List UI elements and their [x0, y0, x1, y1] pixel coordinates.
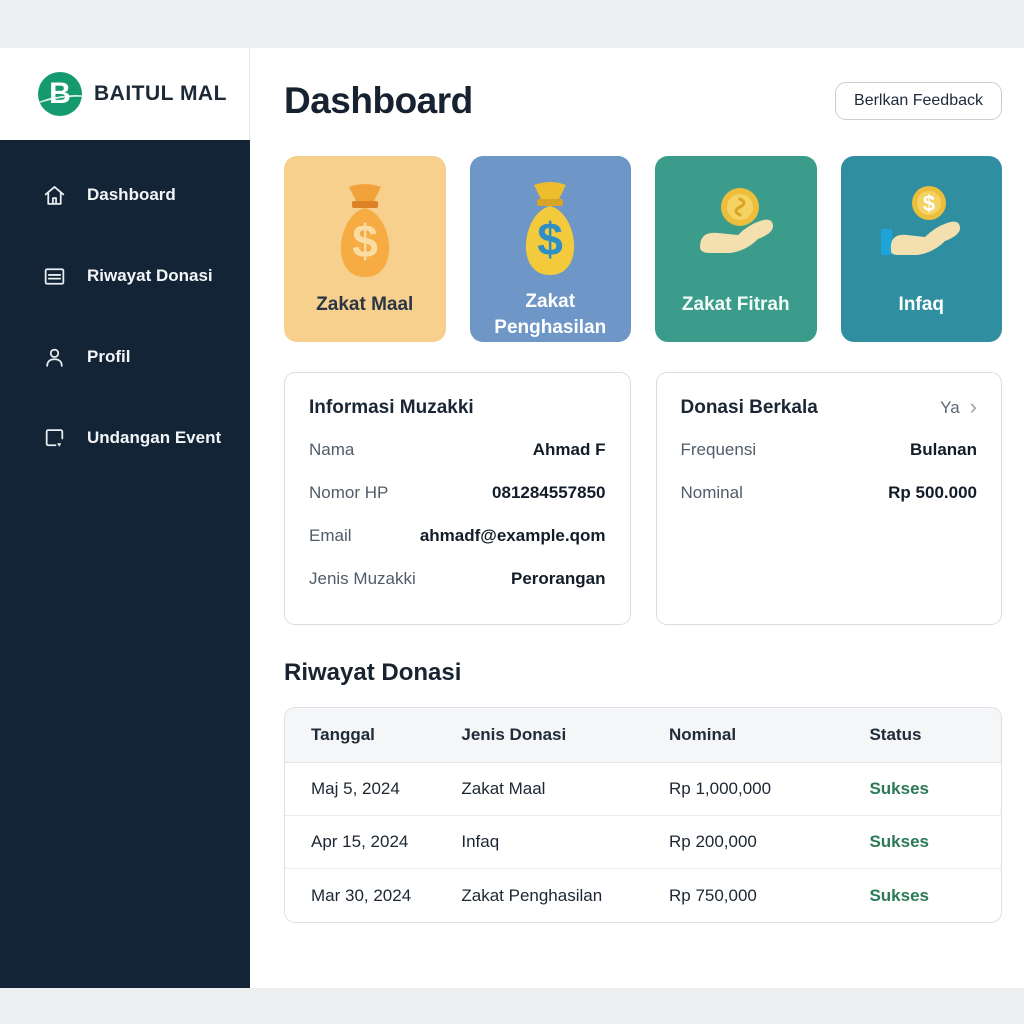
status-badge: Sukses: [843, 886, 1001, 906]
info-value: Bulanan: [910, 440, 977, 460]
user-icon: [42, 345, 67, 370]
hand-coin-icon: [688, 178, 784, 288]
info-label: Jenis Muzakki: [309, 569, 416, 589]
card-donasi-berkala: Donasi Berkala Ya › Frequensi Bulanan No…: [656, 372, 1003, 625]
card-zakat-maal[interactable]: $ Zakat Maal: [284, 156, 446, 342]
card-title: Donasi Berkala: [681, 397, 818, 419]
column-header-status: Status: [843, 725, 1001, 745]
info-label: Frequensi: [681, 440, 757, 460]
dollar-glyph: $: [352, 215, 378, 267]
zakat-card-label: Zakat Penghasilan: [470, 289, 632, 342]
donasi-berkala-value: Ya: [940, 398, 960, 418]
info-card-row: Informasi Muzakki Nama Ahmad F Nomor HP …: [284, 372, 1002, 625]
event-icon: [42, 426, 67, 451]
donasi-berkala-link[interactable]: Ya ›: [940, 398, 977, 418]
cell-nominal: Rp 200,000: [643, 832, 843, 852]
card-title: Informasi Muzakki: [309, 397, 474, 419]
sidebar-item-undangan-event[interactable]: Undangan Event: [0, 409, 250, 467]
card-zakat-penghasilan[interactable]: $ Zakat Penghasilan: [470, 156, 632, 342]
cell-tanggal: Apr 15, 2024: [285, 832, 435, 852]
info-row-nominal: Nominal Rp 500.000: [681, 480, 978, 505]
cell-nominal: Rp 1,000,000: [643, 779, 843, 799]
info-value: Perorangan: [511, 569, 605, 589]
info-label: Nominal: [681, 483, 743, 503]
info-value: Ahmad F: [533, 440, 606, 460]
chevron-right-icon: ›: [970, 396, 977, 418]
cell-jenis: Zakat Penghasilan: [435, 886, 643, 906]
status-badge: Sukses: [843, 832, 1001, 852]
zakat-card-row: $ Zakat Maal $ Zakat Penghasilan: [284, 156, 1002, 342]
app-window: B BAITUL MAL Dashboard Riwayat Donasi: [0, 48, 1024, 988]
sidebar-item-profil[interactable]: Profil: [0, 328, 250, 386]
info-label: Email: [309, 526, 352, 546]
sidebar-item-dashboard[interactable]: Dashboard: [0, 166, 250, 224]
info-row-jenis-muzakki: Jenis Muzakki Perorangan: [309, 566, 606, 591]
table-row[interactable]: Mar 30, 2024 Zakat Penghasilan Rp 750,00…: [285, 869, 1001, 922]
info-row-nama: Nama Ahmad F: [309, 437, 606, 462]
zakat-card-label: Zakat Maal: [308, 292, 421, 319]
info-row-email: Email ahmadf@example.qom: [309, 523, 606, 548]
history-section-title: Riwayat Donasi: [284, 659, 1002, 687]
info-label: Nama: [309, 440, 354, 460]
card-infaq[interactable]: $ Infaq: [841, 156, 1003, 342]
sidebar-item-label: Riwayat Donasi: [87, 266, 213, 286]
history-table: Tanggal Jenis Donasi Nominal Status Maj …: [284, 707, 1002, 923]
home-icon: [42, 183, 67, 208]
cell-tanggal: Mar 30, 2024: [285, 886, 435, 906]
info-label: Nomor HP: [309, 483, 388, 503]
cell-jenis: Zakat Maal: [435, 779, 643, 799]
main-content: Dashboard Berlkan Feedback $ Zakat Maal: [250, 48, 1024, 988]
sidebar-item-label: Profil: [87, 347, 130, 367]
list-icon: [42, 264, 67, 289]
cell-tanggal: Maj 5, 2024: [285, 779, 435, 799]
info-value: Rp 500.000: [888, 483, 977, 503]
sidebar-item-label: Undangan Event: [87, 428, 221, 448]
page-title: Dashboard: [284, 80, 473, 122]
info-value: 081284557850: [492, 483, 605, 503]
status-badge: Sukses: [843, 779, 1001, 799]
dollar-glyph: $: [923, 191, 935, 216]
brand-logo-icon: B: [38, 72, 82, 116]
zakat-card-label: Zakat Fitrah: [674, 292, 798, 319]
table-row[interactable]: Maj 5, 2024 Zakat Maal Rp 1,000,000 Suks…: [285, 763, 1001, 816]
table-header-row: Tanggal Jenis Donasi Nominal Status: [285, 708, 1001, 763]
column-header-jenis-donasi: Jenis Donasi: [435, 725, 643, 745]
hand-coin-icon: $: [873, 178, 969, 288]
cell-jenis: Infaq: [435, 832, 643, 852]
dollar-glyph: $: [537, 213, 563, 265]
table-row[interactable]: Apr 15, 2024 Infaq Rp 200,000 Sukses: [285, 816, 1001, 869]
info-value: ahmadf@example.qom: [420, 526, 606, 546]
money-bag-icon: $: [317, 178, 413, 288]
info-row-nomor-hp: Nomor HP 081284557850: [309, 480, 606, 505]
card-zakat-fitrah[interactable]: Zakat Fitrah: [655, 156, 817, 342]
money-bag-icon: $: [502, 178, 598, 285]
card-informasi-muzakki: Informasi Muzakki Nama Ahmad F Nomor HP …: [284, 372, 631, 625]
column-header-nominal: Nominal: [643, 725, 843, 745]
sidebar-item-label: Dashboard: [87, 185, 176, 205]
page-header: Dashboard Berlkan Feedback: [284, 80, 1002, 122]
cell-nominal: Rp 750,000: [643, 886, 843, 906]
sidebar: B BAITUL MAL Dashboard Riwayat Donasi: [0, 48, 250, 988]
brand-logo: B BAITUL MAL: [0, 48, 250, 140]
zakat-card-label: Infaq: [891, 292, 952, 319]
info-row-frequensi: Frequensi Bulanan: [681, 437, 978, 462]
sidebar-item-riwayat-donasi[interactable]: Riwayat Donasi: [0, 247, 250, 305]
sidebar-nav: Dashboard Riwayat Donasi Profil: [0, 140, 250, 988]
feedback-button[interactable]: Berlkan Feedback: [835, 82, 1002, 120]
logo-swoosh-decoration: [38, 92, 82, 116]
column-header-tanggal: Tanggal: [285, 725, 435, 745]
brand-name: BAITUL MAL: [94, 82, 227, 106]
